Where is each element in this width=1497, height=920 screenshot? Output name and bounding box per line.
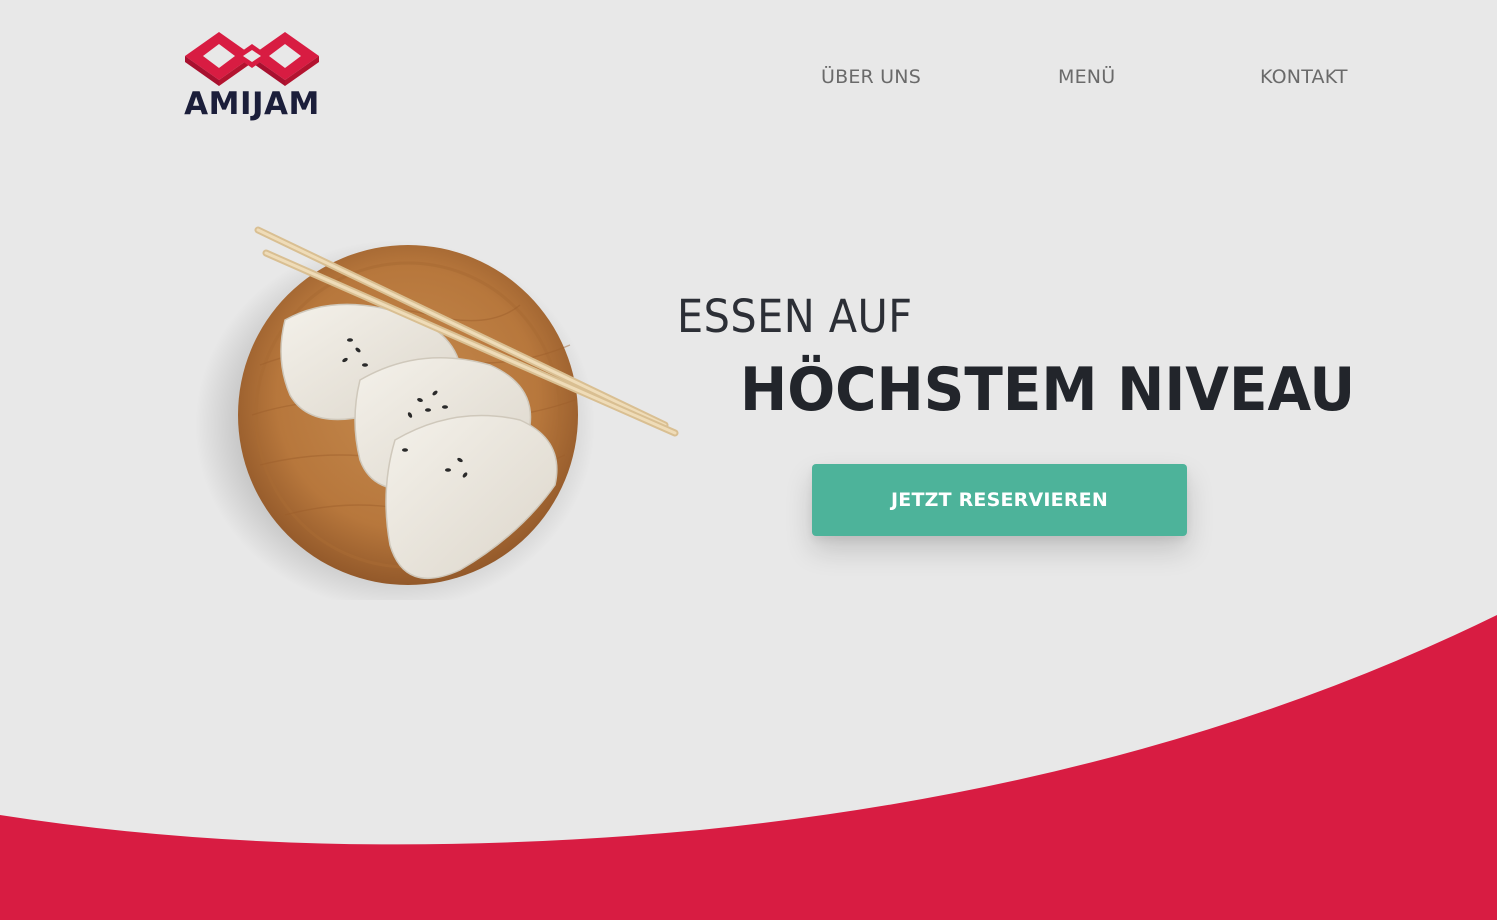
brand-logo[interactable]: AMIJAM bbox=[176, 28, 328, 128]
nav-link-menu[interactable]: MENÜ bbox=[1058, 66, 1115, 88]
dumplings-plate-image bbox=[195, 226, 679, 600]
landing-page: AMIJAM ÜBER UNS MENÜ KONTAKT ESSEN AUF H… bbox=[0, 0, 1497, 920]
nav-link-ueber-uns[interactable]: ÜBER UNS bbox=[821, 66, 921, 88]
nav-link-kontakt[interactable]: KONTAKT bbox=[1260, 66, 1348, 88]
reserve-now-button[interactable]: JETZT RESERVIEREN bbox=[812, 464, 1187, 536]
infinity-logo-icon bbox=[185, 32, 319, 86]
brand-name: AMIJAM bbox=[184, 86, 320, 122]
hero-headline-line2: HÖCHSTEM NIVEAU bbox=[740, 355, 1356, 425]
bottom-wave-decoration bbox=[0, 615, 1497, 920]
hero-headline-line1: ESSEN AUF bbox=[677, 290, 913, 343]
